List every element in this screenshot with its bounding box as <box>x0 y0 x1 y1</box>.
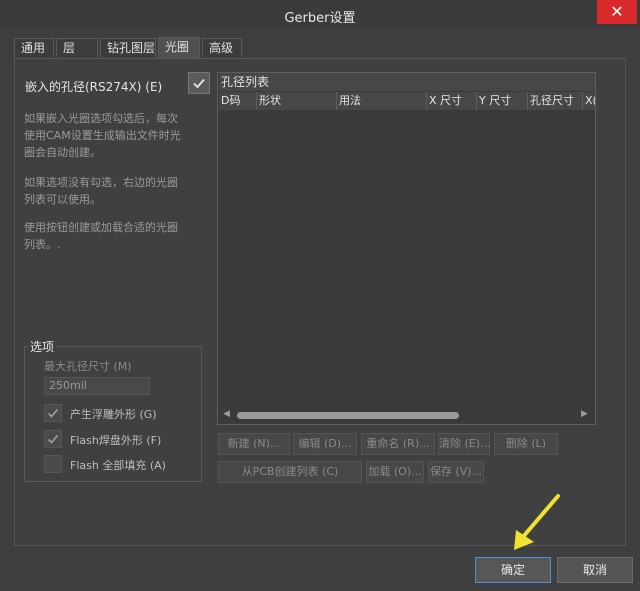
column-header-x-size[interactable]: X 尺寸 <box>427 92 477 110</box>
save-button[interactable]: 保存 (V)... <box>428 461 484 483</box>
options-group-title: 选项 <box>28 338 57 355</box>
column-header-y-size[interactable]: Y 尺寸 <box>477 92 528 110</box>
load-button[interactable]: 加载 (O)... <box>366 461 424 483</box>
relief-shapes-label: 产生浮雕外形 (G) <box>70 408 157 421</box>
tab-advanced[interactable]: 高级 <box>202 38 242 57</box>
flash-pad-shapes-checkbox[interactable] <box>44 430 62 448</box>
cancel-button[interactable]: 取消 <box>557 557 633 583</box>
scrollbar-thumb[interactable] <box>237 412 459 419</box>
flash-all-fills-label: Flash 全部填充 (A) <box>70 459 166 472</box>
scroll-left-icon[interactable]: ◀ <box>223 409 230 419</box>
relief-shapes-checkbox[interactable] <box>44 404 62 422</box>
column-header-hole-size[interactable]: 孔径尺寸 <box>528 92 583 110</box>
description-embedded: 如果嵌入光圈选项勾选后，每次 使用CAM设置生成输出文件时光 圈会自动创建。 <box>24 110 194 161</box>
ok-button[interactable]: 确定 <box>475 557 551 583</box>
delete-button[interactable]: 删除 (L) <box>494 433 558 455</box>
new-button[interactable]: 新建 (N)... <box>218 433 290 455</box>
max-aperture-label: 最大孔径尺寸 (M) <box>44 360 132 373</box>
column-header-dcode[interactable]: D码 <box>219 92 257 110</box>
create-from-pcb-button[interactable]: 从PCB创建列表 (C) <box>218 461 362 483</box>
title-bar: Gerber设置 ✕ <box>0 0 640 30</box>
check-icon <box>47 409 59 418</box>
desc-line: 列表。. <box>24 238 61 251</box>
aperture-list[interactable] <box>217 72 596 425</box>
edit-button[interactable]: 编辑 (D)... <box>293 433 357 455</box>
description-buttons: 使用按钮创建或加载合适的光圈 列表。. <box>24 219 194 253</box>
annotation-arrow-icon <box>514 494 560 550</box>
window-title: Gerber设置 <box>284 11 356 26</box>
desc-line: 圈会自动创建。 <box>24 146 101 159</box>
embed-apertures-label: 嵌入的孔径(RS274X) (E) <box>25 80 163 94</box>
desc-line: 列表可以使用。 <box>24 193 101 206</box>
tab-drill-drawing[interactable]: 钻孔图层 <box>100 38 156 57</box>
check-icon <box>47 435 59 444</box>
tab-general[interactable]: 通用 <box>14 38 54 57</box>
description-unchecked: 如果选项没有勾选，右边的光圈 列表可以使用。 <box>24 174 194 208</box>
max-aperture-input[interactable]: 250mil <box>44 377 150 395</box>
desc-line: 如果嵌入光圈选项勾选后，每次 <box>24 112 178 125</box>
desc-line: 使用按钮创建或加载合适的光圈 <box>24 221 178 234</box>
column-header-shape[interactable]: 形状 <box>257 92 337 110</box>
flash-all-fills-checkbox[interactable] <box>44 455 62 473</box>
tab-apertures[interactable]: 光圈 <box>158 37 200 58</box>
clear-button[interactable]: 清除 (E)... <box>438 433 491 455</box>
tab-layers[interactable]: 层 <box>56 38 98 57</box>
close-icon[interactable]: ✕ <box>597 0 637 24</box>
column-header-x-offset[interactable]: X( <box>583 92 595 110</box>
column-header-usage[interactable]: 用法 <box>337 92 427 110</box>
rename-button[interactable]: 重命名 (R)... <box>361 433 435 455</box>
scroll-right-icon[interactable]: ▶ <box>581 409 588 419</box>
check-icon <box>193 78 205 89</box>
horizontal-scrollbar[interactable]: ◀ ▶ <box>219 408 595 423</box>
embed-apertures-checkbox[interactable] <box>188 72 210 94</box>
desc-line: 使用CAM设置生成输出文件时光 <box>24 129 181 142</box>
aperture-list-title: 孔径列表 <box>219 73 595 91</box>
desc-line: 如果选项没有勾选，右边的光圈 <box>24 176 178 189</box>
flash-pad-shapes-label: Flash焊盘外形 (F) <box>70 434 162 447</box>
